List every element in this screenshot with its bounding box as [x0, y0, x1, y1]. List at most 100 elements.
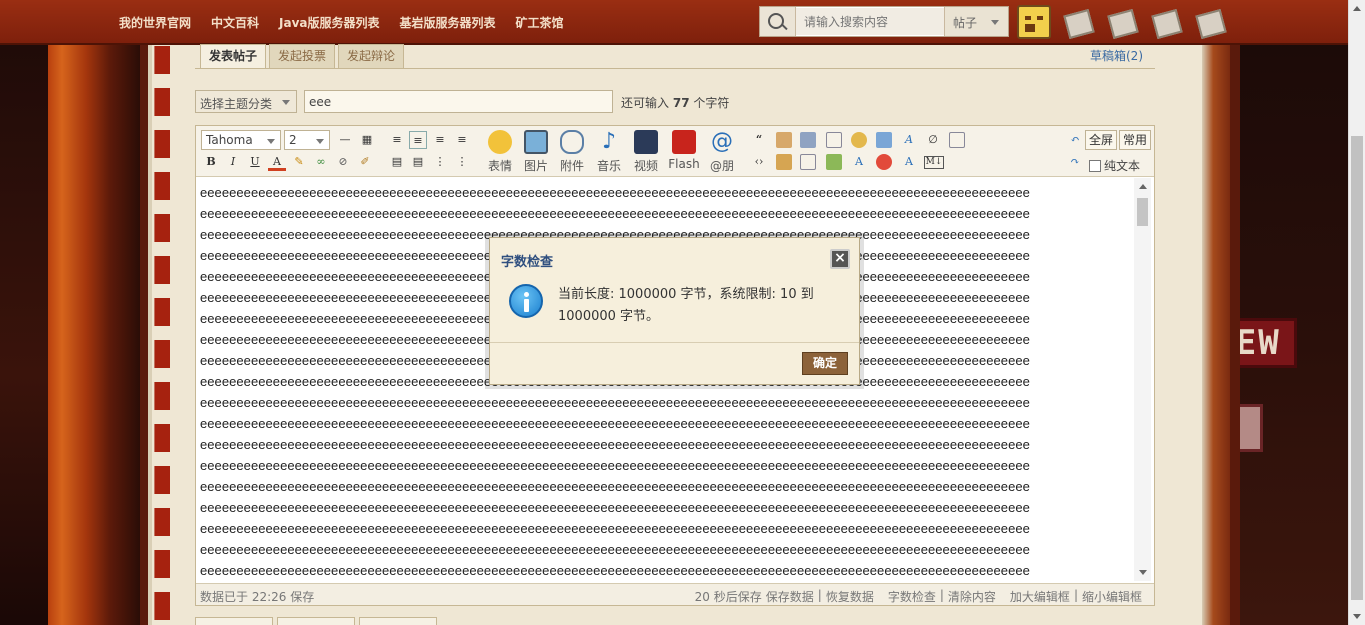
char-remaining-suffix: 个字符: [693, 96, 730, 110]
messages-icon[interactable]: [1061, 5, 1095, 39]
indent-icon[interactable]: [800, 154, 816, 170]
clear-format-icon[interactable]: ✐: [356, 153, 374, 171]
dialog-title: 字数检查: [501, 255, 554, 270]
page-scrollbar[interactable]: [1348, 0, 1365, 625]
editor-line: eeeeeeeeeeeeeeeeeeeeeeeeeeeeeeeeeeeeeeee…: [200, 479, 1030, 494]
code-icon[interactable]: ‹›: [750, 153, 768, 171]
page-scroll-down-icon[interactable]: [1353, 614, 1361, 619]
flash-button[interactable]: Flash: [668, 130, 700, 174]
shrink-editor-link[interactable]: 缩小编辑框: [1082, 588, 1142, 605]
editor-line: eeeeeeeeeeeeeeeeeeeeeeeeeeeeeeeeeeeeeeee…: [200, 416, 1030, 431]
notification-icon[interactable]: [1149, 5, 1183, 39]
scroll-thumb[interactable]: [1137, 198, 1148, 226]
page-scroll-thumb[interactable]: [1351, 136, 1363, 600]
bold-icon[interactable]: B: [202, 153, 220, 171]
nav-link-teahouse[interactable]: 矿工茶馆: [516, 14, 564, 31]
markdown-icon[interactable]: M↓: [924, 156, 944, 169]
editor-line: eeeeeeeeeeeeeeeeeeeeeeeeeeeeeeeeeeeeeeee…: [200, 500, 1030, 515]
avatar-icon[interactable]: [1017, 5, 1051, 39]
align-justify-icon[interactable]: ≡: [431, 131, 449, 149]
editor-actions: 20 秒后保存 保存数据 | 恢复数据 字数检查 | 清除内容 加大编辑框 | …: [695, 588, 1142, 605]
font-color-icon[interactable]: A: [268, 153, 286, 171]
bottom-button-2[interactable]: [277, 617, 355, 625]
undo-icon[interactable]: ↶: [1066, 131, 1084, 149]
title-input[interactable]: [304, 90, 613, 113]
bottom-button-1[interactable]: [195, 617, 273, 625]
category-select[interactable]: 选择主题分类: [195, 90, 297, 113]
save-data-link[interactable]: 保存数据: [766, 588, 814, 605]
highlight-icon[interactable]: ✎: [290, 153, 308, 171]
search-type-select[interactable]: 帖子: [944, 7, 1008, 36]
table-icon[interactable]: ▦: [358, 131, 376, 149]
table-insert-icon[interactable]: [826, 132, 842, 148]
link-icon[interactable]: ∞: [312, 153, 330, 171]
plain-text-toggle[interactable]: 纯文本: [1089, 157, 1140, 174]
search-input[interactable]: [796, 8, 944, 35]
tab-new-poll[interactable]: 发起投票: [269, 44, 336, 69]
unlink-icon[interactable]: ⊘: [334, 153, 352, 171]
underline-icon[interactable]: U: [246, 153, 264, 171]
align-center-icon[interactable]: ≡: [409, 131, 427, 149]
cube-icon[interactable]: [1105, 5, 1139, 39]
float-right-icon[interactable]: ▤: [409, 153, 427, 171]
superscript-icon[interactable]: A: [900, 131, 918, 149]
fullscreen-button[interactable]: 全屏: [1085, 130, 1118, 150]
plain-text-checkbox[interactable]: [1089, 159, 1101, 172]
float-left-icon[interactable]: ▤: [388, 153, 406, 171]
close-icon[interactable]: ×: [830, 249, 850, 269]
user-icon[interactable]: [826, 154, 842, 170]
separator: |: [817, 588, 822, 602]
strike-icon[interactable]: ∅: [924, 131, 942, 149]
search-icon[interactable]: [760, 7, 796, 36]
music-button[interactable]: ♪ 音乐: [593, 130, 625, 174]
nav-link-java-servers[interactable]: Java版服务器列表: [279, 14, 379, 31]
font-size-a-icon[interactable]: A: [900, 153, 918, 171]
emoji-button[interactable]: 表情: [484, 130, 516, 174]
align-left-icon[interactable]: ≡: [388, 131, 406, 149]
tab-new-post[interactable]: 发表帖子: [200, 44, 267, 69]
bg-color-icon[interactable]: [851, 132, 867, 148]
enlarge-editor-link[interactable]: 加大编辑框: [1010, 588, 1070, 605]
nav-links: 我的世界官网 中文百科 Java版服务器列表 基岩版服务器列表 矿工茶馆: [119, 0, 564, 45]
autosave-countdown: 20 秒后保存: [694, 590, 762, 604]
word-count-link[interactable]: 字数检查: [888, 588, 936, 605]
free-icon[interactable]: [776, 132, 792, 148]
scroll-up-icon[interactable]: [1139, 184, 1147, 189]
post-tabs: 发表帖子 发起投票 发起辩论: [200, 44, 405, 69]
font-a-icon[interactable]: A: [850, 153, 868, 171]
font-size-select[interactable]: 2: [284, 130, 330, 150]
mention-button[interactable]: @ @朋: [706, 130, 738, 174]
italic-icon[interactable]: I: [224, 153, 242, 171]
lock-icon[interactable]: [776, 154, 792, 170]
align-right-icon[interactable]: ≡: [453, 131, 471, 149]
bottom-button-3[interactable]: [359, 617, 437, 625]
tab-new-debate[interactable]: 发起辩论: [338, 44, 405, 69]
nav-link-official[interactable]: 我的世界官网: [119, 14, 191, 31]
video-button[interactable]: 视频: [630, 130, 662, 174]
font-tool-icon[interactable]: [876, 132, 892, 148]
page-scroll-up-icon[interactable]: [1353, 6, 1361, 11]
horizontal-rule-icon[interactable]: —: [336, 131, 354, 149]
nav-link-wiki[interactable]: 中文百科: [211, 14, 259, 31]
image-label: 图片: [523, 159, 548, 173]
redo-icon[interactable]: ↷: [1066, 153, 1084, 171]
search-box: 帖子: [759, 6, 1009, 37]
common-button[interactable]: 常用: [1119, 130, 1152, 150]
qq-icon[interactable]: [876, 154, 892, 170]
clear-content-link[interactable]: 清除内容: [948, 588, 996, 605]
restore-data-link[interactable]: 恢复数据: [826, 588, 874, 605]
editor-scrollbar[interactable]: [1134, 178, 1151, 581]
ordered-list-icon[interactable]: ⋮: [431, 153, 449, 171]
nav-link-bedrock-servers[interactable]: 基岩版服务器列表: [400, 14, 496, 31]
hide-icon[interactable]: [800, 132, 816, 148]
ok-button[interactable]: 确定: [802, 352, 848, 375]
scroll-down-icon[interactable]: [1139, 570, 1147, 575]
bullet-list-icon[interactable]: ⋮: [453, 153, 471, 171]
attachment-button[interactable]: 附件: [556, 130, 588, 174]
drafts-link[interactable]: 草稿箱(2): [1090, 47, 1143, 64]
quote-icon[interactable]: “: [750, 131, 768, 149]
code-block-icon[interactable]: [949, 132, 965, 148]
image-button[interactable]: 图片: [520, 130, 552, 174]
palette-icon[interactable]: [1193, 5, 1227, 39]
font-family-select[interactable]: Tahoma: [201, 130, 281, 150]
